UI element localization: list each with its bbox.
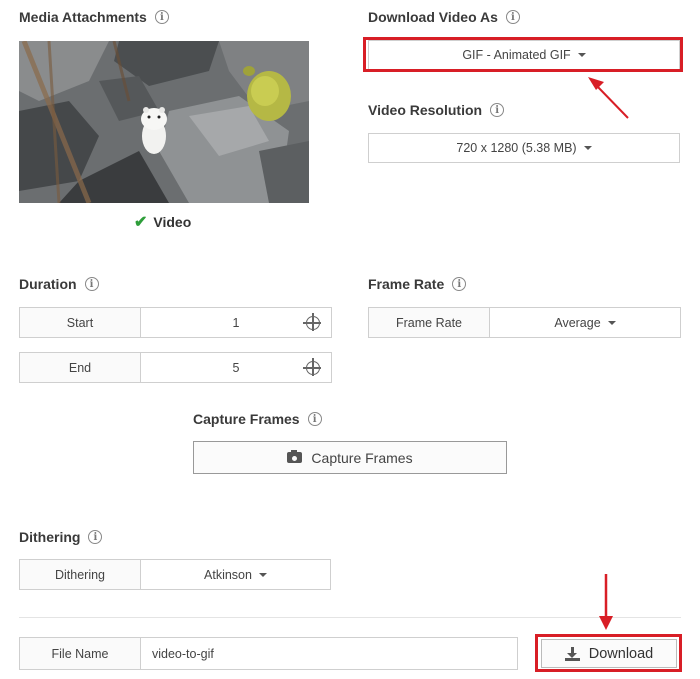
format-arrow-line <box>595 84 629 119</box>
format-arrow-head <box>588 77 604 90</box>
download-arrow-head <box>599 616 613 630</box>
annotation-arrows <box>588 77 629 630</box>
